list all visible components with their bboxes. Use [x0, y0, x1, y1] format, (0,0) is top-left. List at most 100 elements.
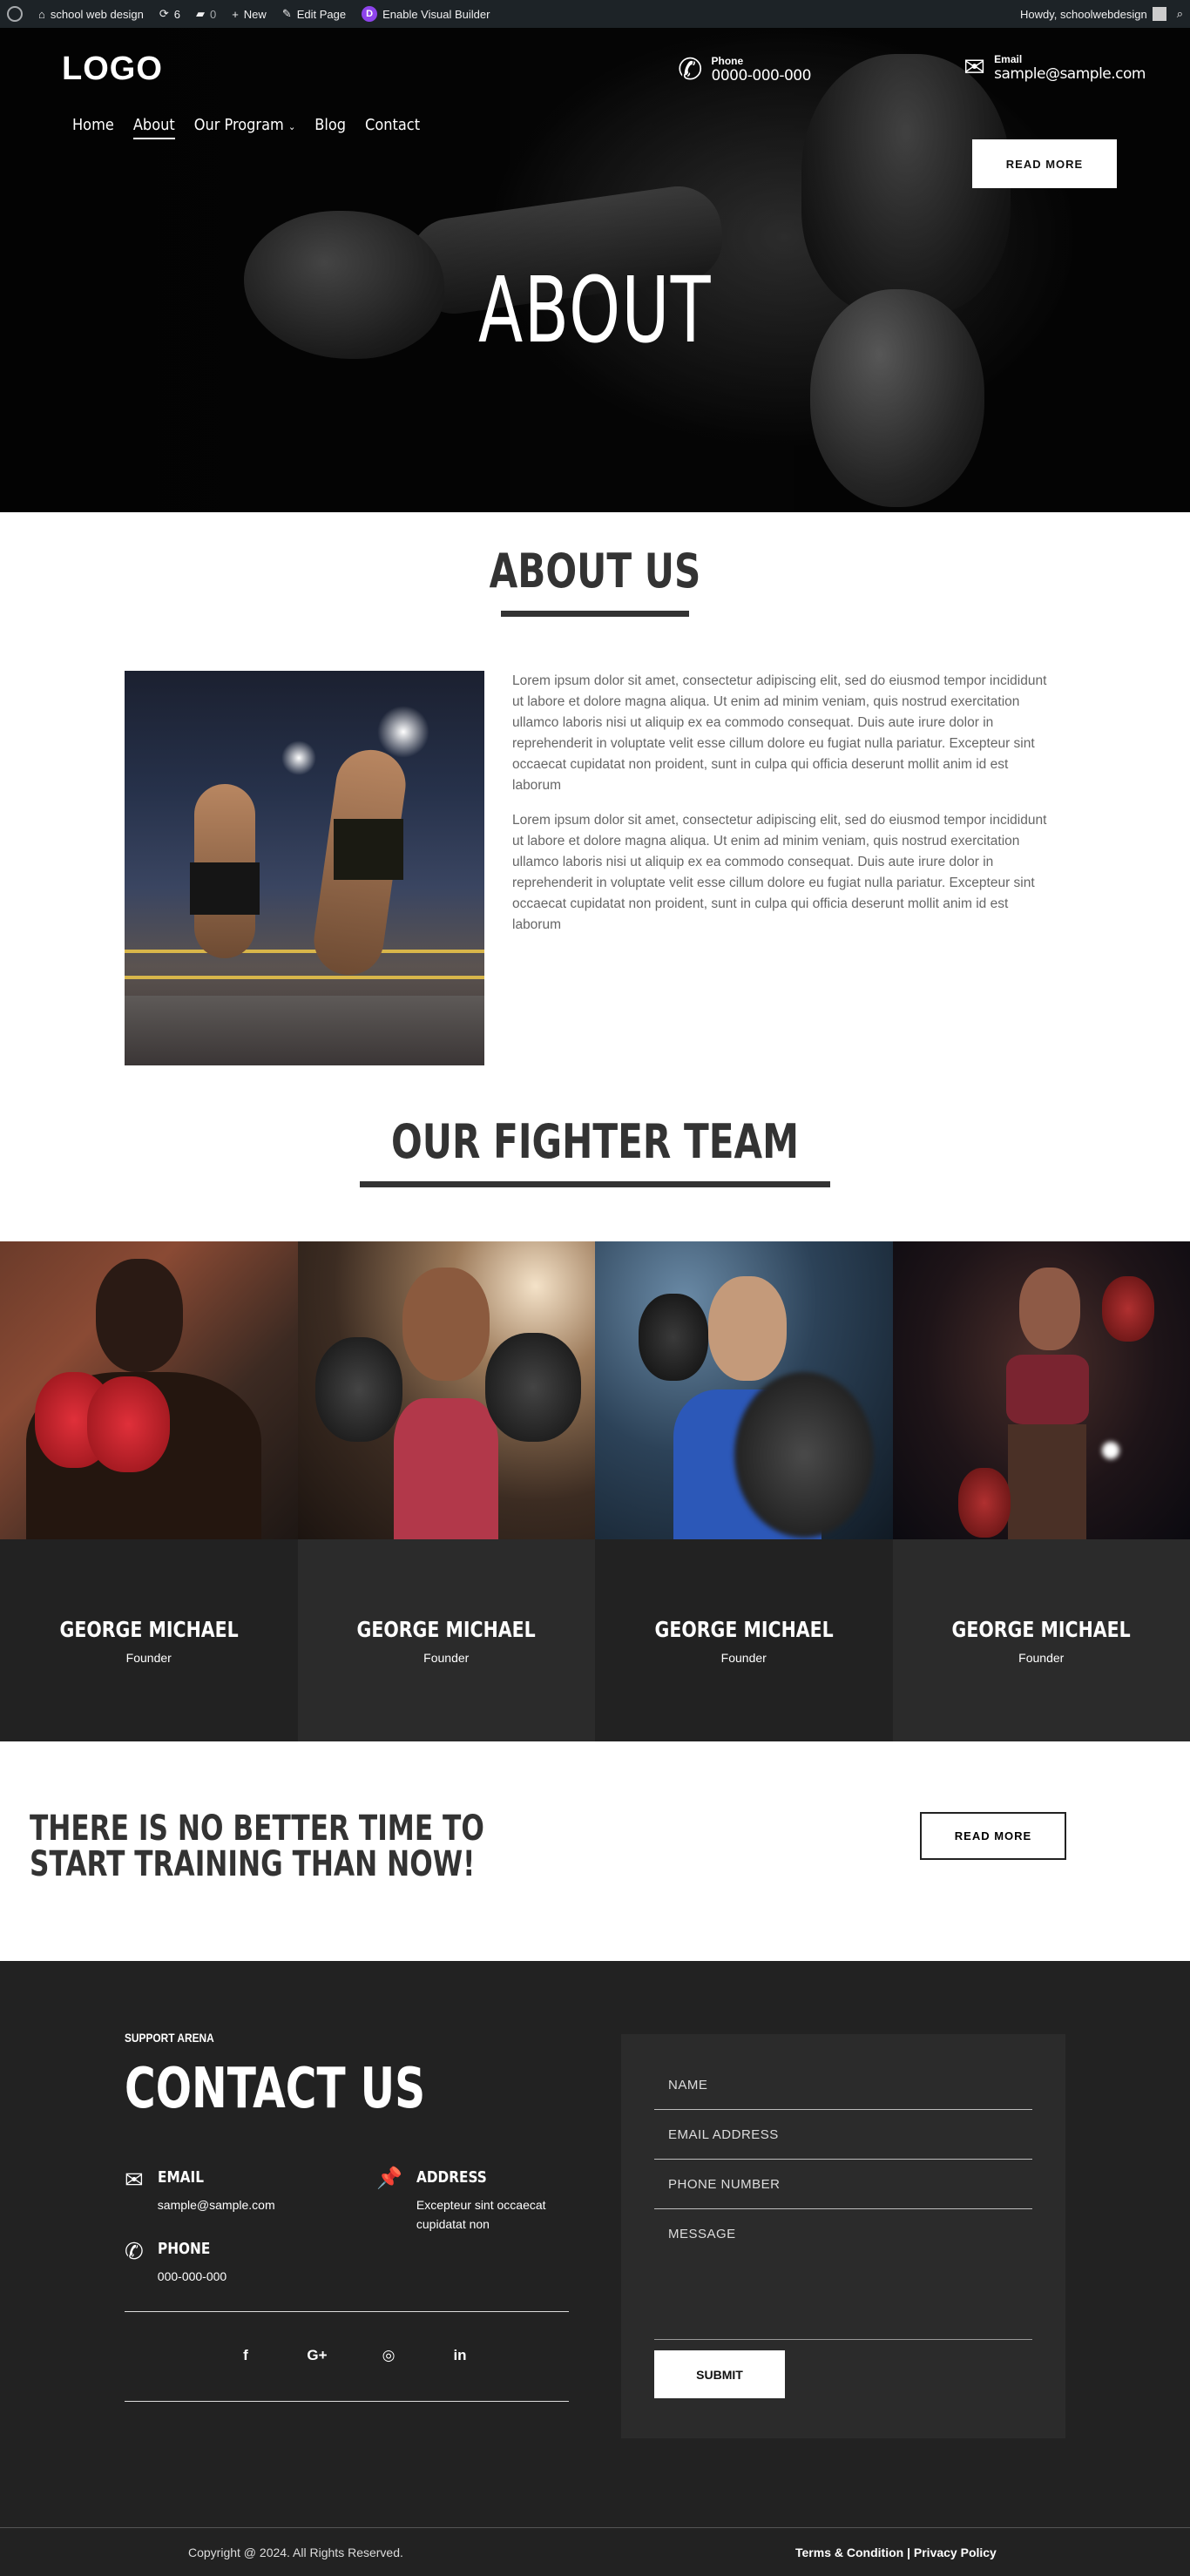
nav-our-program[interactable]: Our Program ⌄ — [194, 116, 296, 139]
pin-icon: 📌 — [376, 2168, 402, 2235]
black-glove — [639, 1294, 708, 1381]
fighter-head — [1019, 1268, 1080, 1350]
title-underline — [501, 611, 689, 617]
contact-title: CONTACT US — [125, 2057, 425, 2121]
separator: | — [907, 2546, 910, 2559]
cta-read-more-button[interactable]: READ MORE — [920, 1812, 1066, 1860]
nav-home[interactable]: Home — [72, 116, 114, 139]
updates-link[interactable]: ⟳6 — [159, 7, 180, 21]
pencil-icon: ✎ — [282, 7, 292, 21]
nav-contact[interactable]: Contact — [365, 116, 420, 139]
contact-email: ✉ EMAIL sample@sample.com — [125, 2168, 306, 2214]
contact-phone: ✆ PHONE 000-000-000 — [125, 2240, 306, 2286]
google-plus-icon[interactable]: G+ — [307, 2347, 328, 2364]
refresh-icon: ⟳ — [159, 7, 169, 21]
message-field[interactable]: MESSAGE — [654, 2209, 1032, 2340]
team-member-card[interactable]: GEORGE MICHAEL Founder — [298, 1241, 596, 1741]
team-member-role: Founder — [423, 1651, 469, 1665]
search-icon[interactable]: ⌕ — [1177, 7, 1183, 21]
phone-icon: ✆ — [125, 2240, 144, 2286]
team-member-name: GEORGE MICHAEL — [357, 1617, 536, 1642]
fighter-trunks — [190, 862, 260, 915]
social-links: f G+ ◎ in — [235, 2347, 470, 2364]
team-grid: GEORGE MICHAEL Founder GEORGE MICHAEL Fo… — [0, 1241, 1190, 1741]
team-section: OUR FIGHTER TEAM GEORGE MICHAEL Founder — [0, 1065, 1190, 1741]
light-glow — [377, 706, 429, 758]
fighter-top — [1006, 1355, 1089, 1424]
phone-field[interactable]: PHONE NUMBER — [654, 2160, 1032, 2209]
divider — [125, 2311, 569, 2312]
fighter-top — [394, 1398, 498, 1539]
plus-icon: + — [232, 8, 239, 21]
ring-floor — [125, 996, 484, 1065]
terms-link[interactable]: Terms & Condition — [795, 2546, 903, 2559]
team-member-info: GEORGE MICHAEL Founder — [0, 1539, 298, 1741]
nav-blog[interactable]: Blog — [314, 116, 346, 139]
team-member-photo — [893, 1241, 1190, 1539]
site-footer: Copyright @ 2024. All Rights Reserved. T… — [0, 2527, 1190, 2576]
home-icon: ⌂ — [38, 8, 45, 21]
admin-bar: ⌂school web design ⟳6 ▰0 +New ✎Edit Page… — [0, 0, 1190, 28]
linkedin-icon[interactable]: in — [450, 2347, 470, 2364]
hero-section: LOGO Home About Our Program ⌄ Blog Conta… — [0, 28, 1190, 512]
title-underline — [360, 1181, 830, 1187]
wordpress-logo-icon[interactable] — [7, 6, 23, 22]
name-field[interactable]: NAME — [654, 2060, 1032, 2110]
red-glove — [1102, 1276, 1154, 1342]
copyright: Copyright @ 2024. All Rights Reserved. — [188, 2546, 403, 2559]
cta-section: THERE IS NO BETTER TIME TO START TRAININ… — [0, 1741, 1190, 1961]
about-section: ABOUT US Lorem ipsum dolor sit amet, con… — [0, 512, 1190, 1065]
header-read-more-button[interactable]: READ MORE — [972, 139, 1117, 188]
team-member-photo — [595, 1241, 893, 1539]
visual-builder-link[interactable]: DEnable Visual Builder — [362, 6, 490, 22]
instagram-icon[interactable]: ◎ — [378, 2347, 399, 2364]
fighter-body — [1008, 1424, 1086, 1539]
phone-icon: ✆ — [678, 52, 703, 87]
envelope-icon: ✉ — [125, 2168, 144, 2214]
page-title: ABOUT — [166, 257, 1024, 363]
account-menu[interactable]: Howdy, schoolwebdesign — [1020, 7, 1166, 21]
main-nav: Home About Our Program ⌄ Blog Contact — [72, 116, 420, 139]
edit-page-link[interactable]: ✎Edit Page — [282, 7, 346, 21]
team-member-role: Founder — [126, 1651, 172, 1665]
contact-form: NAME EMAIL ADDRESS PHONE NUMBER MESSAGE … — [621, 2034, 1065, 2438]
chevron-down-icon: ⌄ — [288, 121, 295, 132]
red-glove — [958, 1468, 1011, 1538]
about-paragraph: Lorem ipsum dolor sit amet, consectetur … — [512, 671, 1052, 796]
new-content-link[interactable]: +New — [232, 8, 267, 21]
fighter-head — [96, 1259, 183, 1372]
team-member-photo — [298, 1241, 596, 1539]
black-glove — [315, 1337, 402, 1442]
light-glow — [1102, 1442, 1119, 1459]
about-text: Lorem ipsum dolor sit amet, consectetur … — [512, 671, 1052, 1065]
about-title: ABOUT US — [131, 544, 1058, 598]
team-member-role: Founder — [721, 1651, 767, 1665]
cta-headline: THERE IS NO BETTER TIME TO START TRAININ… — [30, 1811, 587, 1883]
envelope-icon: ✉ — [963, 52, 985, 83]
team-member-card[interactable]: GEORGE MICHAEL Founder — [893, 1241, 1190, 1741]
contact-address: 📌 ADDRESS Excepteur sint occaecat cupida… — [376, 2168, 565, 2235]
divi-icon: D — [362, 6, 377, 22]
fighter-head — [708, 1276, 787, 1381]
about-paragraph: Lorem ipsum dolor sit amet, consectetur … — [512, 810, 1052, 936]
avatar — [1153, 7, 1166, 21]
light-glow — [281, 740, 316, 775]
team-member-card[interactable]: GEORGE MICHAEL Founder — [0, 1241, 298, 1741]
submit-button[interactable]: SUBMIT — [654, 2350, 785, 2398]
team-member-card[interactable]: GEORGE MICHAEL Founder — [595, 1241, 893, 1741]
team-member-info: GEORGE MICHAEL Founder — [595, 1539, 893, 1741]
comments-link[interactable]: ▰0 — [196, 7, 216, 21]
nav-about[interactable]: About — [133, 116, 175, 139]
site-logo[interactable]: LOGO — [62, 51, 163, 88]
facebook-icon[interactable]: f — [235, 2347, 256, 2364]
email-field[interactable]: EMAIL ADDRESS — [654, 2110, 1032, 2160]
team-member-name: GEORGE MICHAEL — [654, 1617, 833, 1642]
site-name-link[interactable]: ⌂school web design — [38, 8, 144, 21]
ring-rope — [125, 950, 484, 953]
divider — [125, 2401, 569, 2402]
about-image — [125, 671, 484, 1065]
header-phone: ✆ Phone 0000-000-000 — [678, 52, 811, 87]
black-glove — [734, 1372, 874, 1538]
team-member-info: GEORGE MICHAEL Founder — [298, 1539, 596, 1741]
privacy-link[interactable]: Privacy Policy — [914, 2546, 997, 2559]
